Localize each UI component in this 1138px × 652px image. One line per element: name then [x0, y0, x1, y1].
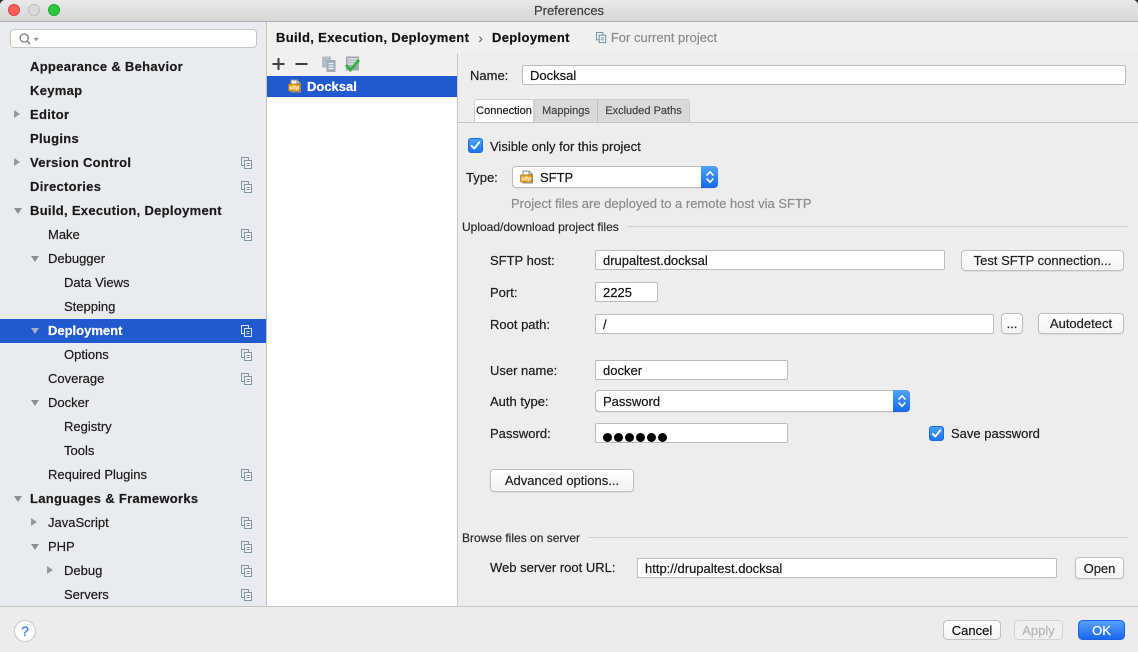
svg-text:sftp: sftp [521, 177, 532, 183]
svg-text:sftp: sftp [289, 86, 300, 92]
